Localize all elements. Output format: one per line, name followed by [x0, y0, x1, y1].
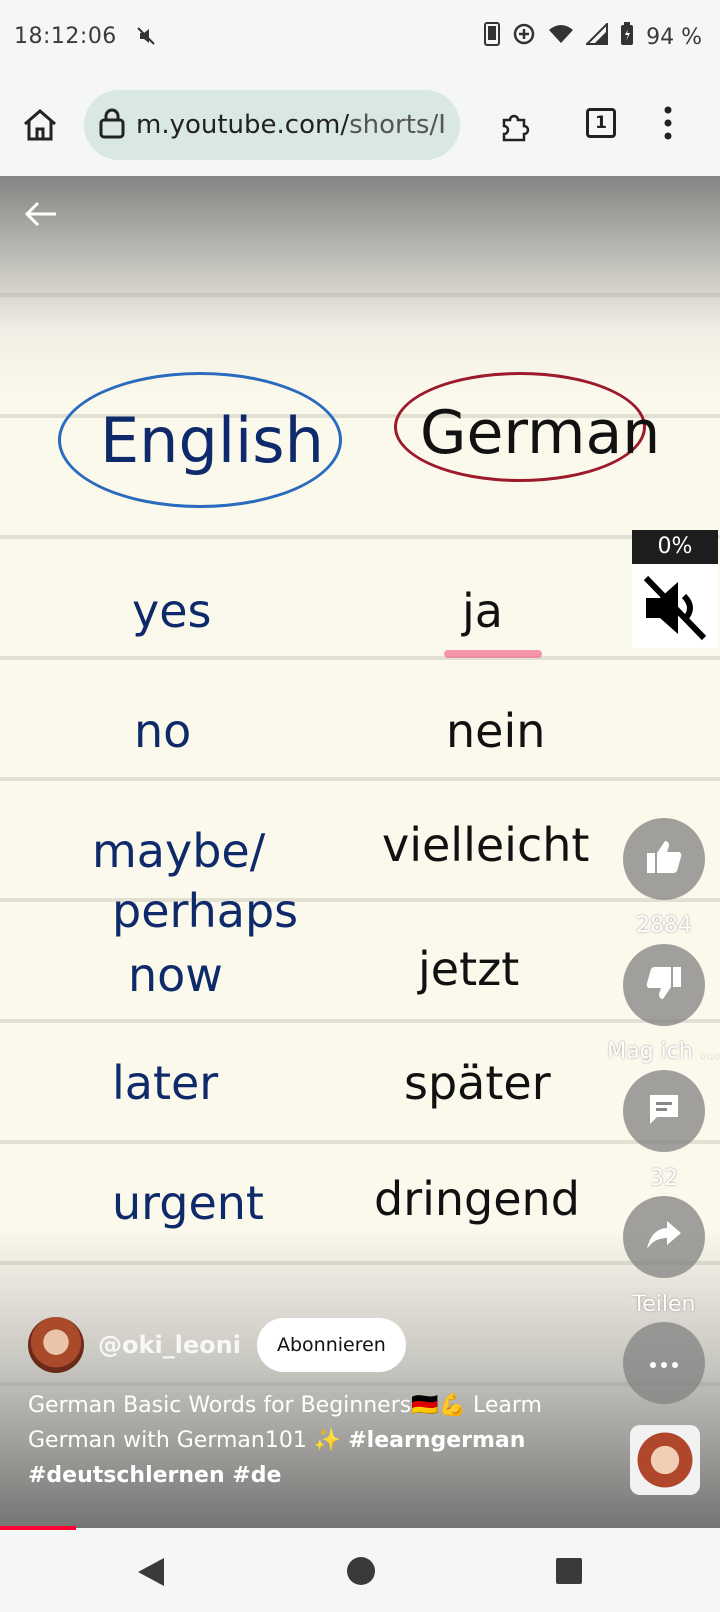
channel-handle[interactable]: @oki_leoni: [98, 1331, 241, 1359]
url-path: shorts/I: [349, 110, 446, 140]
browser-toolbar: m.youtube.com/shorts/I 1: [0, 78, 720, 176]
share-button[interactable]: [623, 1196, 705, 1278]
comment-icon: [647, 1092, 681, 1130]
nav-home-icon[interactable]: [346, 1556, 376, 1590]
home-icon[interactable]: [22, 108, 58, 146]
more-options-button[interactable]: [623, 1322, 705, 1404]
address-bar[interactable]: m.youtube.com/shorts/I: [84, 90, 460, 160]
like-count: 2884: [636, 913, 692, 938]
tab-switcher-button[interactable]: 1: [586, 108, 616, 138]
data-saver-icon: [512, 22, 536, 52]
lock-icon: [98, 107, 126, 143]
word-en-now: now: [128, 948, 223, 1002]
word-en-later: later: [112, 1056, 219, 1110]
status-bar: 18:12:06 94 %: [0, 0, 720, 78]
nav-back-icon[interactable]: [136, 1556, 166, 1592]
thumbs-up-icon: [645, 839, 683, 879]
word-de-dringend: dringend: [374, 1172, 580, 1226]
word-en-perhaps: perhaps: [112, 884, 299, 938]
word-en-urgent: urgent: [112, 1176, 264, 1230]
system-nav-bar: [0, 1530, 720, 1612]
wifi-icon: [548, 23, 574, 51]
channel-avatar[interactable]: [28, 1317, 84, 1373]
share-icon: [645, 1219, 683, 1255]
url-text: m.youtube.com/shorts/I: [136, 110, 446, 140]
word-en-no: no: [134, 704, 192, 758]
more-menu-icon[interactable]: [664, 106, 672, 144]
back-arrow-icon[interactable]: [24, 200, 58, 232]
signal-icon: [584, 21, 609, 51]
channel-row: @oki_leoni Abonnieren: [28, 1317, 406, 1373]
phone-icon: [484, 22, 501, 52]
word-en-maybe: maybe/: [92, 824, 266, 878]
header-german: German: [420, 398, 661, 468]
header-english: English: [100, 404, 324, 477]
volume-overlay[interactable]: 0%: [632, 530, 718, 648]
url-domain: m.youtube.com/: [136, 110, 350, 140]
video-description[interactable]: German Basic Words for Beginners🇩🇪💪 Lear…: [28, 1388, 588, 1493]
ja-highlight: [444, 650, 542, 658]
word-de-vielleicht: vielleicht: [382, 818, 590, 872]
word-de-jetzt: jetzt: [418, 942, 520, 996]
speaker-muted-icon: [632, 564, 718, 644]
word-de-ja: ja: [462, 584, 503, 638]
video-progress-bar[interactable]: [0, 1526, 76, 1530]
word-de-nein: nein: [446, 704, 546, 758]
word-en-yes: yes: [132, 584, 212, 638]
comment-count: 32: [650, 1166, 678, 1191]
clock: 18:12:06: [14, 24, 117, 49]
subscribe-button[interactable]: Abonnieren: [256, 1318, 406, 1372]
like-button[interactable]: [623, 818, 705, 900]
audio-thumbnail[interactable]: [630, 1425, 700, 1495]
extensions-icon[interactable]: [498, 108, 534, 148]
share-label: Teilen: [632, 1292, 696, 1317]
comments-button[interactable]: [623, 1070, 705, 1152]
battery-percent: 94 %: [646, 24, 702, 50]
thumbs-down-icon: [645, 965, 683, 1005]
word-de-spaeter: später: [404, 1056, 551, 1110]
volume-percent: 0%: [632, 530, 718, 564]
dislike-button[interactable]: [623, 944, 705, 1026]
dislike-label: Mag ich ...: [607, 1039, 720, 1064]
mute-icon: [136, 26, 156, 50]
more-horizontal-icon: [649, 1354, 679, 1373]
nav-recents-icon[interactable]: [556, 1558, 582, 1588]
battery-icon: [620, 22, 634, 52]
